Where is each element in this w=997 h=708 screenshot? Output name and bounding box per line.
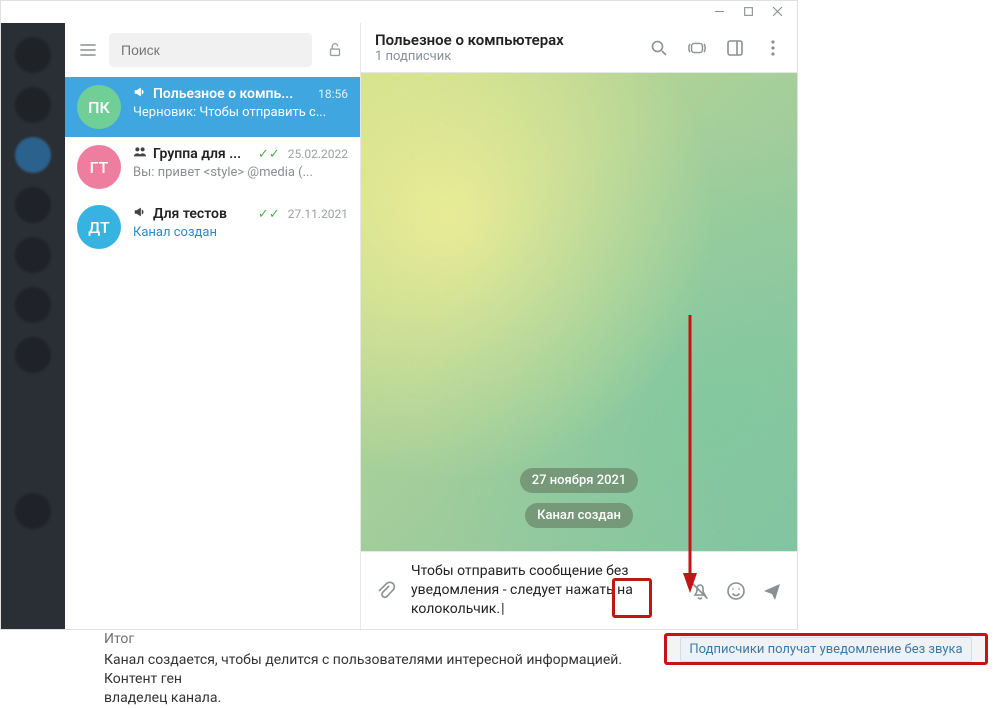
- chat-header-title: Польезное о компьютерах: [375, 31, 635, 49]
- chat-title: Польезное о компь...: [153, 86, 312, 102]
- maximize-icon[interactable]: [743, 6, 754, 19]
- chat-preview: Канал создан: [133, 225, 348, 240]
- avatar: ГТ: [77, 145, 121, 189]
- chat-header: Польезное о компьютерах 1 подписчик: [361, 23, 797, 73]
- search-row: [65, 23, 360, 77]
- group-icon: [133, 145, 147, 163]
- telegram-window: ПК Польезное о компь... 18:56 Черновик: …: [0, 0, 798, 630]
- chat-list: ПК Польезное о компь... 18:56 Черновик: …: [65, 77, 360, 629]
- close-icon[interactable]: [772, 6, 783, 19]
- date-separator: 27 ноября 2021: [520, 468, 639, 493]
- minimize-icon[interactable]: [714, 6, 725, 19]
- chat-header-subtitle: 1 подписчик: [375, 49, 635, 64]
- compose-bar: Чтобы отправить сообщение без уведомлени…: [361, 551, 797, 629]
- send-icon[interactable]: [761, 580, 783, 602]
- chat-item-group-test[interactable]: ГТ Группа для ... ✓✓ 25.02.2022 Вы:: [65, 137, 360, 197]
- compose-input[interactable]: Чтобы отправить сообщение без уведомлени…: [411, 562, 675, 619]
- attach-icon[interactable]: [375, 580, 397, 602]
- read-checks-icon: ✓✓: [258, 207, 280, 222]
- left-edge-gutter: [1, 23, 65, 629]
- silent-notification-tooltip: Подписчики получат уведомление без звука: [680, 637, 971, 662]
- chat-time: 27.11.2021: [288, 207, 348, 221]
- emoji-icon[interactable]: [725, 580, 747, 602]
- footer-body-line1: Канал создается, чтобы делится с пользов…: [104, 652, 622, 687]
- article-footer: Итог Канал создается, чтобы делится с по…: [104, 630, 664, 708]
- search-icon[interactable]: [649, 38, 669, 58]
- window-titlebar: [1, 1, 797, 23]
- chat-title: Для тестов: [153, 206, 252, 222]
- sidebar: ПК Польезное о компь... 18:56 Черновик: …: [65, 23, 361, 629]
- chat-preview: Черновик: Чтобы отправить с...: [133, 105, 348, 120]
- messages-area[interactable]: 27 ноября 2021 Канал создан: [361, 73, 797, 551]
- avatar: ПК: [77, 85, 121, 129]
- annotation-tooltip-box: Подписчики получат уведомление без звука: [664, 633, 988, 665]
- chat-time: 25.02.2022: [288, 147, 348, 161]
- lock-icon[interactable]: [322, 41, 348, 59]
- main-row: ПК Польезное о компь... 18:56 Черновик: …: [1, 23, 797, 629]
- system-message: Канал создан: [525, 503, 633, 528]
- read-checks-icon: ✓✓: [258, 147, 280, 162]
- avatar: ДТ: [77, 205, 121, 249]
- silent-bell-icon[interactable]: [689, 580, 711, 602]
- chat-preview: Вы: привет <style> @media (...: [133, 165, 348, 180]
- search-input-wrap[interactable]: [109, 33, 312, 67]
- stream-icon[interactable]: [687, 38, 707, 58]
- side-panel-icon[interactable]: [725, 38, 745, 58]
- kebab-menu-icon[interactable]: [763, 38, 783, 58]
- hamburger-icon[interactable]: [77, 39, 99, 61]
- footer-body-line2: владелец канала.: [104, 690, 221, 706]
- megaphone-icon: [133, 85, 147, 103]
- chat-time: 18:56: [318, 87, 348, 101]
- chat-title: Группа для ...: [153, 146, 252, 162]
- chat-item-channel-computers[interactable]: ПК Польезное о компь... 18:56 Черновик: …: [65, 77, 360, 137]
- megaphone-icon: [133, 205, 147, 223]
- chat-pane: Польезное о компьютерах 1 подписчик: [361, 23, 797, 629]
- chat-item-channel-tests[interactable]: ДТ Для тестов ✓✓ 27.11.2021 Канал создан: [65, 197, 360, 257]
- search-input[interactable]: [121, 42, 300, 58]
- footer-heading: Итог: [104, 630, 664, 649]
- chat-header-info[interactable]: Польезное о компьютерах 1 подписчик: [375, 31, 635, 64]
